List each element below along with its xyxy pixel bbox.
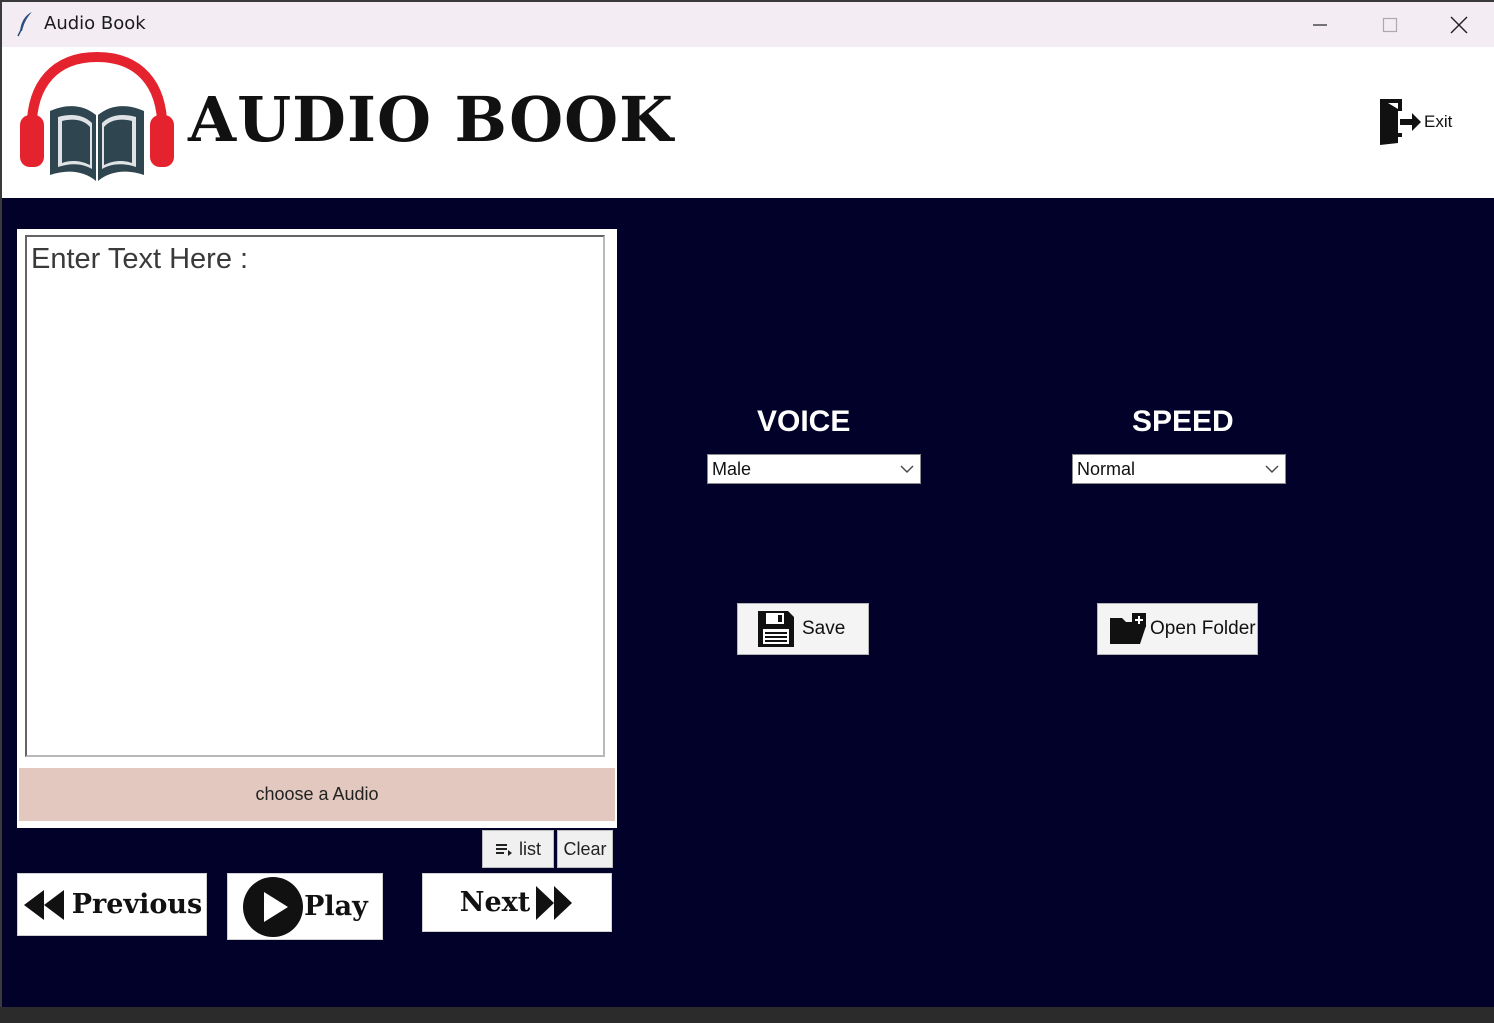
exit-door-icon bbox=[1380, 99, 1421, 145]
headphones-book-logo bbox=[20, 51, 174, 181]
text-panel: Enter Text Here : choose a Audio bbox=[17, 229, 617, 828]
minimize-icon bbox=[1313, 23, 1327, 26]
window-title: Audio Book bbox=[44, 13, 146, 34]
play-icon bbox=[243, 876, 304, 937]
next-label: Next bbox=[459, 887, 531, 918]
play-button[interactable]: Play bbox=[227, 873, 383, 940]
list-button-label: list bbox=[519, 838, 541, 859]
save-button[interactable]: Save bbox=[737, 603, 869, 655]
maximize-icon bbox=[1382, 17, 1398, 32]
speed-select[interactable]: Normal bbox=[1072, 454, 1286, 484]
voice-label: VOICE bbox=[757, 405, 851, 438]
list-icon bbox=[496, 844, 512, 856]
open-folder-button[interactable]: Open Folder bbox=[1097, 603, 1258, 655]
rewind-icon bbox=[23, 889, 64, 920]
save-label: Save bbox=[802, 618, 846, 639]
app-window: Audio Book AUDIO BOOK Exit Enter Text He… bbox=[2, 2, 1494, 1007]
maximize-button[interactable] bbox=[1355, 2, 1425, 47]
exit-button[interactable]: Exit bbox=[1378, 97, 1452, 147]
add-folder-icon bbox=[1110, 613, 1146, 644]
floppy-save-icon bbox=[758, 611, 794, 647]
voice-selected: Male bbox=[712, 458, 752, 479]
brand-title: AUDIO BOOK bbox=[188, 83, 674, 156]
title-bar: Audio Book bbox=[2, 2, 1494, 47]
chevron-down-icon bbox=[1265, 465, 1279, 473]
taskbar-strip bbox=[0, 1007, 1494, 1023]
feather-icon bbox=[17, 12, 32, 37]
previous-button[interactable]: Previous bbox=[17, 873, 207, 936]
close-icon bbox=[1450, 16, 1468, 33]
clear-button[interactable]: Clear bbox=[557, 830, 613, 868]
close-button[interactable] bbox=[1424, 2, 1494, 47]
app-header: AUDIO BOOK Exit bbox=[2, 47, 1494, 198]
exit-label: Exit bbox=[1424, 112, 1453, 131]
previous-label: Previous bbox=[71, 889, 203, 920]
choose-audio-button[interactable]: choose a Audio bbox=[19, 768, 615, 821]
fast-forward-icon bbox=[536, 885, 573, 920]
speed-selected: Normal bbox=[1077, 458, 1136, 479]
play-label: Play bbox=[304, 891, 368, 922]
list-button[interactable]: list bbox=[482, 830, 554, 868]
next-button[interactable]: Next bbox=[422, 873, 612, 932]
speed-label: SPEED bbox=[1132, 405, 1234, 438]
voice-select[interactable]: Male bbox=[707, 454, 921, 484]
open-folder-label: Open Folder bbox=[1150, 618, 1256, 639]
minimize-button[interactable] bbox=[1285, 2, 1355, 47]
main-panel: Enter Text Here : choose a Audio list Cl… bbox=[2, 198, 1494, 1007]
chevron-down-icon bbox=[900, 465, 914, 473]
text-input-area[interactable]: Enter Text Here : bbox=[25, 235, 605, 757]
text-placeholder: Enter Text Here : bbox=[31, 243, 249, 275]
